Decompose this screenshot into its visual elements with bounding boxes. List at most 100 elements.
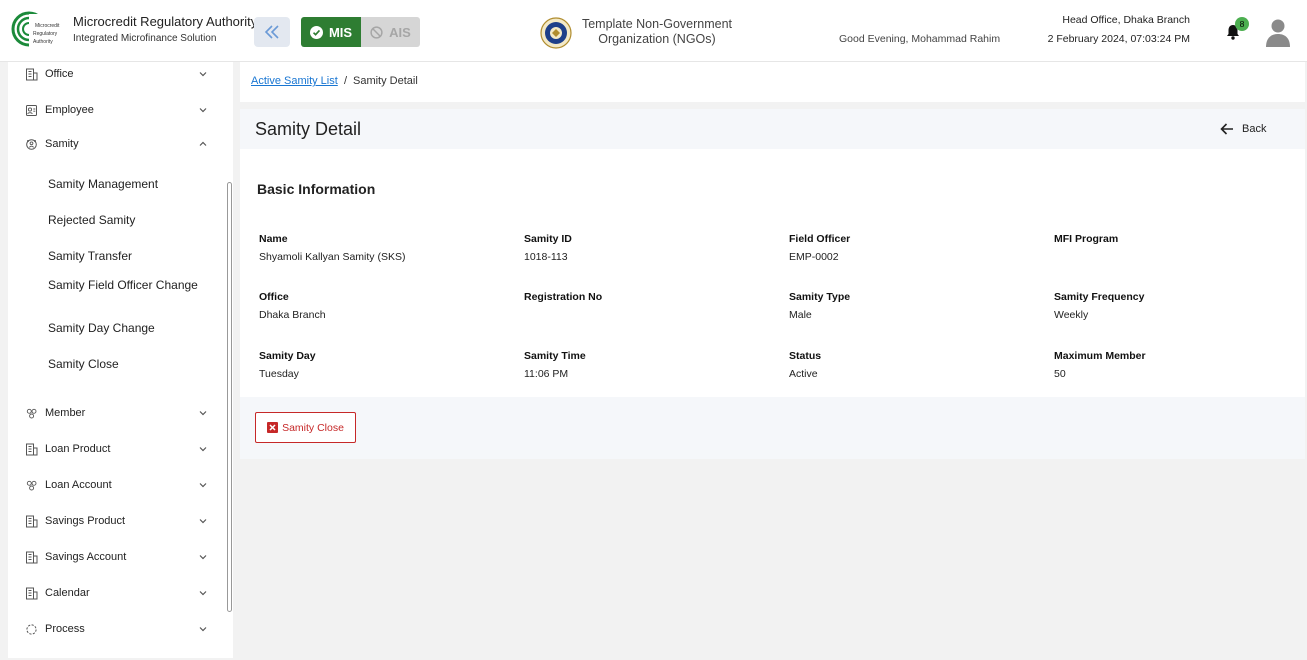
- sidebar-item-savings-account[interactable]: Savings Account: [8, 545, 226, 569]
- sidebar-item-label: Office: [45, 68, 74, 80]
- members-icon: [26, 408, 37, 418]
- field-value: [1054, 251, 1304, 263]
- sidebar-subitem-rejected-samity[interactable]: Rejected Samity: [48, 213, 198, 228]
- field-label: Maximum Member: [1054, 350, 1146, 362]
- greeting-text: Good Evening, Mohammad Rahim: [839, 33, 1001, 45]
- collapse-sidebar-button[interactable]: [254, 17, 290, 47]
- chevron-down-icon: [199, 483, 207, 488]
- sidebar-item-employee[interactable]: Employee: [8, 98, 226, 122]
- building-icon: [26, 587, 38, 599]
- svg-text:Microcredit: Microcredit: [35, 23, 60, 29]
- breadcrumb: Active Samity List / Samity Detail: [240, 62, 1305, 102]
- sidebar-item-member[interactable]: Member: [8, 401, 226, 425]
- svg-text:Regulatory: Regulatory: [33, 31, 58, 37]
- government-seal-icon: [540, 17, 572, 49]
- action-bar: Samity Close: [240, 397, 1305, 459]
- back-label: Back: [1242, 123, 1267, 135]
- field-samity-id: Samity ID 1018-113: [524, 233, 774, 263]
- sidebar-item-label: Loan Product: [45, 443, 111, 455]
- back-button[interactable]: Back: [1220, 121, 1266, 137]
- arrow-left-icon: [1220, 123, 1233, 135]
- block-icon: [370, 25, 383, 39]
- sidebar: Office Employee Samity Samity Management…: [8, 62, 233, 658]
- sidebar-subitem-samity-day-change[interactable]: Samity Day Change: [48, 321, 198, 336]
- samity-close-button[interactable]: Samity Close: [255, 412, 356, 443]
- section-title: Basic Information: [257, 181, 376, 197]
- chevron-down-icon: [199, 72, 207, 77]
- sidebar-item-label: Employee: [45, 104, 94, 116]
- field-status: Status Active: [789, 350, 1039, 380]
- field-samity-day: Samity Day Tuesday: [259, 350, 509, 380]
- basic-information-card: Basic Information Name Shyamoli Kallyan …: [240, 149, 1305, 397]
- sidebar-item-label: Member: [45, 407, 86, 419]
- svg-text:Authority: Authority: [33, 39, 53, 45]
- building-icon: [26, 515, 38, 527]
- breadcrumb-link-active-samity-list[interactable]: Active Samity List: [251, 75, 338, 87]
- field-value: [524, 309, 774, 321]
- field-maximum-member: Maximum Member 50: [1054, 350, 1304, 380]
- building-icon: [26, 551, 38, 563]
- field-value: Active: [789, 368, 818, 380]
- sidebar-item-process[interactable]: Process: [8, 617, 226, 641]
- sidebar-subitem-samity-transfer[interactable]: Samity Transfer: [48, 249, 198, 264]
- field-label: Samity ID: [524, 233, 572, 245]
- sidebar-subitem-samity-management[interactable]: Samity Management: [48, 177, 198, 192]
- field-label: Field Officer: [789, 233, 851, 245]
- chevron-down-icon: [199, 108, 207, 113]
- field-label: MFI Program: [1054, 233, 1119, 245]
- sidebar-item-label: Process: [45, 623, 85, 635]
- mis-label: MIS: [328, 24, 353, 40]
- chevron-down-icon: [199, 447, 207, 452]
- employee-icon: [26, 104, 37, 116]
- field-label: Samity Day: [259, 350, 316, 362]
- ais-toggle-button[interactable]: AIS: [361, 17, 420, 47]
- mis-toggle-button[interactable]: MIS: [301, 17, 361, 47]
- field-mfi-program: MFI Program: [1054, 233, 1304, 263]
- samity-close-label: Samity Close: [282, 421, 344, 434]
- chevron-up-icon: [199, 141, 207, 146]
- sidebar-item-calendar[interactable]: Calendar: [8, 581, 226, 605]
- field-office: Office Dhaka Branch: [259, 291, 509, 321]
- brand-title: Microcredit Regulatory Authority: [73, 14, 258, 29]
- building-icon: [26, 443, 38, 455]
- building-icon: [26, 68, 38, 80]
- double-chevron-left-icon: [264, 25, 279, 39]
- sidebar-item-loan-product[interactable]: Loan Product: [8, 437, 226, 461]
- close-box-icon: [267, 422, 279, 433]
- field-label: Samity Frequency: [1054, 291, 1145, 303]
- branch-name: Head Office, Dhaka Branch: [1062, 14, 1190, 26]
- sidebar-item-office[interactable]: Office: [8, 62, 226, 86]
- field-value: Male: [789, 309, 812, 321]
- mra-logo[interactable]: Microcredit Regulatory Authority: [11, 10, 67, 52]
- field-value: Shyamoli Kallyan Samity (SKS): [259, 251, 406, 263]
- page-title: Samity Detail: [255, 119, 362, 139]
- samity-icon: [26, 138, 37, 150]
- breadcrumb-separator: /: [344, 75, 348, 87]
- sidebar-item-label: Samity: [45, 138, 79, 150]
- field-label: Office: [259, 291, 289, 303]
- field-registration-no: Registration No: [524, 291, 774, 321]
- brand-subtitle: Integrated Microfinance Solution: [73, 33, 217, 44]
- field-field-officer: Field Officer EMP-0002: [789, 233, 1039, 263]
- field-label: Samity Time: [524, 350, 586, 362]
- field-name: Name Shyamoli Kallyan Samity (SKS): [259, 233, 509, 263]
- field-value: Dhaka Branch: [259, 309, 326, 321]
- sidebar-scrollbar[interactable]: [227, 182, 232, 612]
- field-label: Name: [259, 233, 288, 245]
- sidebar-subitem-samity-field-officer-change[interactable]: Samity Field Officer Change: [48, 278, 198, 293]
- current-datetime: 2 February 2024, 07:03:24 PM: [1047, 33, 1190, 45]
- field-value: EMP-0002: [789, 251, 839, 263]
- sidebar-subitem-samity-close[interactable]: Samity Close: [48, 357, 198, 372]
- check-circle-icon: [309, 25, 323, 39]
- sidebar-item-samity[interactable]: Samity: [8, 132, 226, 156]
- field-samity-time: Samity Time 11:06 PM: [524, 350, 774, 380]
- process-icon: [26, 623, 37, 635]
- user-avatar-icon[interactable]: [1264, 17, 1292, 47]
- notification-badge: 8: [1235, 17, 1249, 31]
- chevron-down-icon: [199, 411, 207, 416]
- chevron-down-icon: [199, 519, 207, 524]
- sidebar-item-loan-account[interactable]: Loan Account: [8, 473, 226, 497]
- field-label: Registration No: [524, 291, 603, 303]
- field-value: Weekly: [1054, 309, 1089, 321]
- sidebar-item-savings-product[interactable]: Savings Product: [8, 509, 226, 533]
